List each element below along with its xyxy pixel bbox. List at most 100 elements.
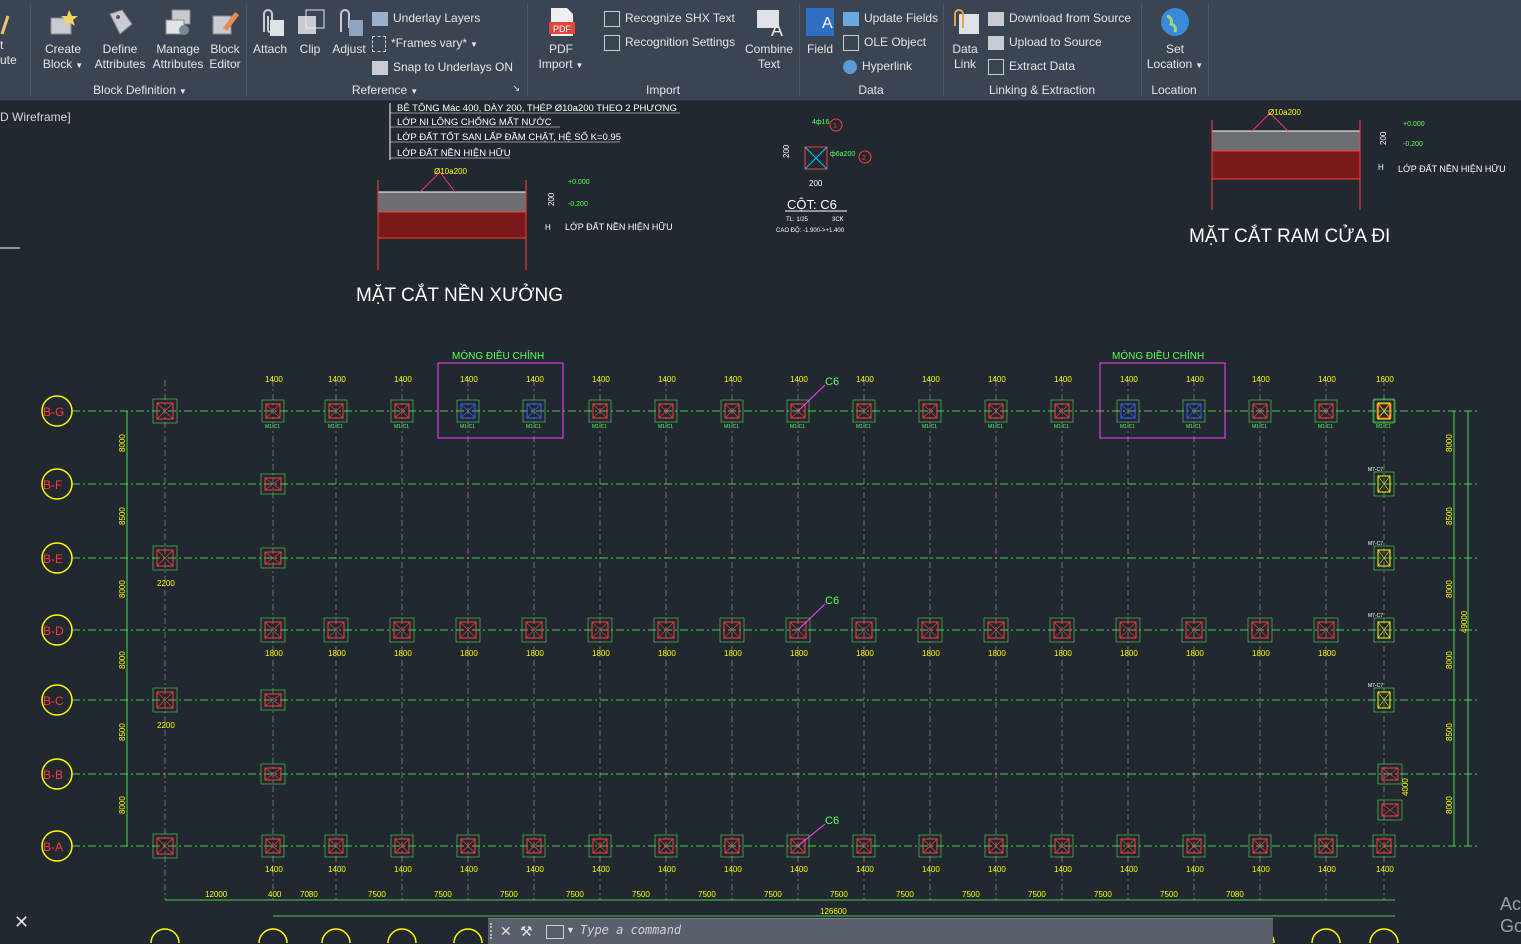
- field-button[interactable]: A Field: [802, 6, 838, 57]
- recognition-settings-button[interactable]: Recognition Settings: [604, 32, 735, 52]
- manage-attributes-button[interactable]: Manage Attributes: [150, 6, 206, 72]
- footing-bottom-dim: 1400: [658, 865, 676, 874]
- footing-tag: M1-C1: [790, 424, 805, 430]
- left-dim-text: 8000: [118, 580, 127, 598]
- section-note-1: BÊ TÔNG Mác 400, DÀY 200, THÉP Ø10a200 T…: [397, 103, 677, 114]
- column-callout-1: 1: [833, 123, 837, 130]
- underlay-layers-label: Underlay Layers: [393, 11, 481, 25]
- globe-icon: [1159, 6, 1191, 38]
- grid-bubble-bottom: [150, 928, 180, 943]
- underlay-layers-button[interactable]: Underlay Layers: [372, 8, 480, 28]
- footing-top-dim: 1400: [658, 375, 676, 384]
- chevron-down-icon: ▼: [178, 87, 187, 96]
- set-location-button[interactable]: Set Location ▼: [1146, 6, 1204, 73]
- footing-bottom-dim: 1800: [592, 649, 610, 658]
- column-bars-label: 4ф16: [812, 119, 830, 126]
- paperclip-icon: [254, 6, 286, 38]
- frame-icon: [372, 35, 386, 52]
- command-history-icon[interactable]: [546, 925, 564, 939]
- manage-attributes-label-2: Attributes: [152, 57, 204, 71]
- combine-text-button[interactable]: A Combine Text: [742, 6, 796, 72]
- combine-text-label-2: Text: [757, 57, 780, 71]
- update-fields-button[interactable]: Update Fields: [843, 8, 938, 28]
- block-editor-label-1: Block: [210, 42, 240, 56]
- footing-tag: M1-C1: [328, 424, 343, 430]
- globe-link-icon: [843, 59, 857, 74]
- footing-bottom-dim: 1400: [856, 865, 874, 874]
- update-fields-icon: [843, 11, 859, 26]
- partial-label-2: ute: [0, 53, 17, 67]
- footing-top-dim: 1400: [1054, 375, 1072, 384]
- bottom-dim-text: 7500: [368, 890, 386, 899]
- column-elevation: CAO ĐỘ: -1.900->+1.400: [776, 227, 845, 234]
- block-editor-button[interactable]: Block Editor: [206, 6, 244, 72]
- bottom-dim-text: 7500: [764, 890, 782, 899]
- section-note-3: LỚP ĐẤT TỐT SAN LẤP ĐẦM CHẶT, HỆ SỐ K=0.…: [397, 131, 621, 143]
- upload-to-source-button[interactable]: Upload to Source: [988, 32, 1102, 52]
- attach-button[interactable]: Attach: [250, 6, 290, 57]
- define-attributes-button[interactable]: Define Attributes: [92, 6, 148, 72]
- reference-panel-title[interactable]: Reference ▼ ↘: [250, 83, 520, 99]
- plan-dimensions: 12000 400 7080 7500 7500 7500 7500 7500 7500 7500…: [118, 411, 1469, 917]
- chevron-down-icon[interactable]: ▼: [566, 925, 575, 935]
- close-icon[interactable]: ✕: [500, 923, 512, 940]
- ole-object-button[interactable]: OLE Object: [843, 32, 926, 52]
- tag-icon: [104, 6, 136, 38]
- command-input[interactable]: Type a command: [580, 923, 681, 937]
- download-icon: [988, 11, 1004, 26]
- hyperlink-label: Hyperlink: [862, 59, 913, 73]
- footing-tag: M1-C1: [1120, 424, 1135, 430]
- bottom-dim-text: 7500: [1028, 890, 1046, 899]
- chevron-down-icon: ▼: [75, 61, 84, 70]
- footing-bottom-dim: 1400: [328, 865, 346, 874]
- snap-to-underlays-button[interactable]: Snap to Underlays ON: [372, 57, 513, 77]
- adjusted-footing-box-right: [1099, 362, 1226, 439]
- clip-button[interactable]: Clip: [292, 6, 328, 57]
- extract-data-label: Extract Data: [1009, 59, 1076, 73]
- pdf-import-button[interactable]: PDF PDF Import ▼: [536, 6, 586, 73]
- footing-tag: M1-C1: [724, 424, 739, 430]
- pencil-icon: [0, 6, 10, 38]
- c6-label: C6: [825, 595, 839, 607]
- recognize-shx-button[interactable]: Recognize SHX Text: [604, 8, 735, 28]
- footing-bottom-dim: 1800: [1318, 649, 1336, 658]
- block-definition-panel-title[interactable]: Block Definition ▼: [40, 83, 240, 99]
- recognition-settings-label: Recognition Settings: [625, 35, 736, 49]
- footing-top-dim: 1400: [922, 375, 940, 384]
- footing-bottom-dim: 1800: [394, 649, 412, 658]
- footing-top-dim: 1400: [1252, 375, 1270, 384]
- extract-data-button[interactable]: Extract Data: [988, 56, 1075, 76]
- wrench-icon[interactable]: ⚒: [520, 923, 533, 940]
- section2-dim-h: H: [1378, 163, 1384, 172]
- column-callout-2: 2: [862, 155, 866, 162]
- frames-vary-dropdown[interactable]: *Frames vary* ▼: [372, 33, 478, 53]
- left-dim-text: 8000: [118, 434, 127, 452]
- panel-divider: [246, 4, 247, 96]
- drawing-canvas[interactable]: BÊ TÔNG Mác 400, DÀY 200, THÉP Ø10a200 T…: [0, 101, 1521, 943]
- bottom-dim-text: 7500: [698, 890, 716, 899]
- section1-dim-200: 200: [547, 192, 556, 206]
- command-grip[interactable]: [490, 923, 498, 939]
- data-panel-title: Data: [858, 83, 884, 97]
- snap-icon: [372, 60, 388, 75]
- pdf-icon-text: PDF: [553, 24, 572, 34]
- data-link-button[interactable]: Data Link: [946, 6, 984, 72]
- download-from-source-button[interactable]: Download from Source: [988, 8, 1131, 28]
- right-dim-text: 8000: [1445, 796, 1454, 814]
- grid-bubble-bottom: [453, 928, 483, 943]
- bottom-dim-text: 7500: [830, 890, 848, 899]
- adjust-button[interactable]: Adjust: [330, 6, 368, 57]
- create-block-label-1: Create: [44, 42, 82, 56]
- total-dim-text: 126600: [820, 907, 847, 916]
- footing-bottom-dim: 1800: [265, 649, 283, 658]
- create-block-button[interactable]: Create Block ▼: [40, 6, 86, 73]
- right-dim-text: 8500: [1445, 507, 1454, 525]
- column-scale: TL: 1/25: [786, 217, 809, 223]
- bottom-dim-text: 7080: [300, 890, 318, 899]
- hyperlink-button[interactable]: Hyperlink: [843, 56, 912, 76]
- c6-label: C6: [825, 815, 839, 827]
- command-line[interactable]: ✕ ⚒ ▼ Type a command: [488, 918, 1273, 944]
- partial-insert-button[interactable]: t ute: [0, 6, 22, 68]
- c6-leader: [797, 384, 826, 412]
- dialog-launcher-icon[interactable]: ↘: [512, 83, 520, 94]
